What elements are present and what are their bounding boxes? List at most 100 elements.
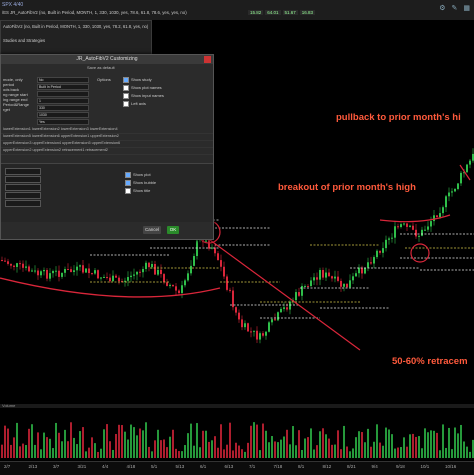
cancel-button[interactable]: Cancel xyxy=(143,226,161,234)
volume-bar xyxy=(346,446,348,458)
checkbox[interactable] xyxy=(125,188,131,194)
candle-body xyxy=(19,263,21,265)
volume-bar xyxy=(184,445,186,458)
plot-select[interactable] xyxy=(5,176,41,183)
studies-line: Studies and Strategies xyxy=(3,38,46,43)
candle-body xyxy=(10,263,12,266)
candle-body xyxy=(166,282,168,286)
checkbox[interactable] xyxy=(123,85,129,91)
candle-body xyxy=(268,322,270,332)
volume-bar xyxy=(76,444,78,458)
volume-bar xyxy=(433,430,435,458)
volume-bar xyxy=(103,429,105,458)
candle-body xyxy=(355,273,357,277)
input-field[interactable]: 1030 xyxy=(37,112,89,118)
input-field[interactable] xyxy=(37,91,89,97)
top-icons: ⚙ ✎ ▦ xyxy=(439,4,470,12)
candle-body xyxy=(118,277,120,282)
volume-bar xyxy=(208,441,210,458)
checkbox[interactable] xyxy=(123,93,129,99)
candle-body xyxy=(328,272,330,277)
x-tick-label: 5/1 xyxy=(151,464,158,469)
option-label: Show input names xyxy=(131,93,164,99)
volume-bar xyxy=(139,428,141,458)
plots-row[interactable]: upperExtension3 upperExtension4 upperExt… xyxy=(1,141,213,148)
plot-select[interactable] xyxy=(5,192,41,199)
candle-body xyxy=(40,271,42,276)
input-field[interactable]: 330 xyxy=(37,105,89,111)
candle-body xyxy=(229,289,231,291)
candle-body xyxy=(298,292,300,296)
x-tick-label: 2/13 xyxy=(28,464,38,469)
option-show-plot[interactable]: Show plot xyxy=(125,172,151,178)
option-show-bubble[interactable]: Show bubble xyxy=(125,180,156,186)
candle-body xyxy=(415,229,417,237)
candle-body xyxy=(307,285,309,287)
checkbox[interactable] xyxy=(123,101,129,107)
ok-button[interactable]: OK xyxy=(167,226,179,234)
option-show-input-names[interactable]: Show input names xyxy=(123,93,164,99)
candle-body xyxy=(364,267,366,274)
plot-select[interactable] xyxy=(5,168,41,175)
plot-select[interactable] xyxy=(5,184,41,191)
symbol-title: SPX 4/40 xyxy=(2,2,24,8)
candle-body xyxy=(28,266,30,272)
volume-bar xyxy=(169,436,171,458)
inputs-labels: mode, only period ods back ng range star… xyxy=(3,77,29,112)
input-field[interactable]: Yes xyxy=(37,119,89,125)
candle-body xyxy=(253,330,255,332)
checkbox[interactable] xyxy=(125,180,131,186)
candle-body xyxy=(130,275,132,278)
volume-bar xyxy=(178,451,180,458)
grid-icon[interactable]: ▦ xyxy=(463,4,470,12)
x-tick-label: 5/13 xyxy=(175,464,185,469)
candle-body xyxy=(235,307,237,313)
candle-body xyxy=(433,215,435,222)
candle-body xyxy=(85,268,87,273)
candle-body xyxy=(325,272,327,278)
volume-bar xyxy=(418,436,420,458)
input-field[interactable]: Built In Period xyxy=(37,84,89,90)
candle-body xyxy=(115,275,117,278)
volume-bar xyxy=(403,437,405,458)
volume-bar xyxy=(355,437,357,458)
volume-bar xyxy=(310,428,312,458)
option-show-study[interactable]: Show study xyxy=(123,77,152,83)
volume-bar xyxy=(187,433,189,458)
volume-bar xyxy=(37,432,39,458)
quote-cell: 51.67 xyxy=(282,10,298,15)
checkbox[interactable] xyxy=(123,77,129,83)
volume-bar xyxy=(229,422,231,458)
option-show-plot-names[interactable]: Show plot names xyxy=(123,85,162,91)
candle-body xyxy=(385,239,387,249)
input-field[interactable]: No xyxy=(37,77,89,83)
annotation-pullback: pullback to prior month's hi xyxy=(336,112,461,123)
volume-bar xyxy=(202,430,204,458)
gear-icon[interactable]: ⚙ xyxy=(439,4,445,12)
candle-body xyxy=(88,268,90,274)
dialog-title: JR_AutoFibV2 Customizing xyxy=(1,55,213,64)
candle-body xyxy=(337,276,339,281)
plot-select[interactable] xyxy=(5,200,41,207)
volume-bar xyxy=(343,425,345,458)
input-field[interactable]: 1 xyxy=(37,98,89,104)
close-icon[interactable] xyxy=(204,56,211,63)
plot-settings: Show plot Show bubble Show title xyxy=(1,163,213,222)
volume-bar xyxy=(142,430,144,458)
volume-bar xyxy=(94,443,96,458)
volume-bar xyxy=(28,428,30,458)
plots-row[interactable]: upperExtension2 upperExtension2 retracem… xyxy=(1,148,213,155)
checkbox[interactable] xyxy=(125,172,131,178)
volume-bar xyxy=(409,434,411,458)
plots-row[interactable]: lowerExtension1 lowerExtension2 lowerExt… xyxy=(1,127,213,134)
plots-row[interactable]: lowerExtension5 lowerExtension6 upperExt… xyxy=(1,134,213,141)
candle-body xyxy=(259,333,261,340)
save-default-link[interactable]: Save as default xyxy=(87,65,115,70)
volume-bar xyxy=(460,424,462,458)
volume-bar xyxy=(196,423,198,458)
option-show-title[interactable]: Show title xyxy=(125,188,150,194)
candle-body xyxy=(61,272,63,277)
drawing-icon[interactable]: ✎ xyxy=(452,4,458,12)
candle-body xyxy=(13,265,15,267)
option-left-axis[interactable]: Left axis xyxy=(123,101,146,107)
